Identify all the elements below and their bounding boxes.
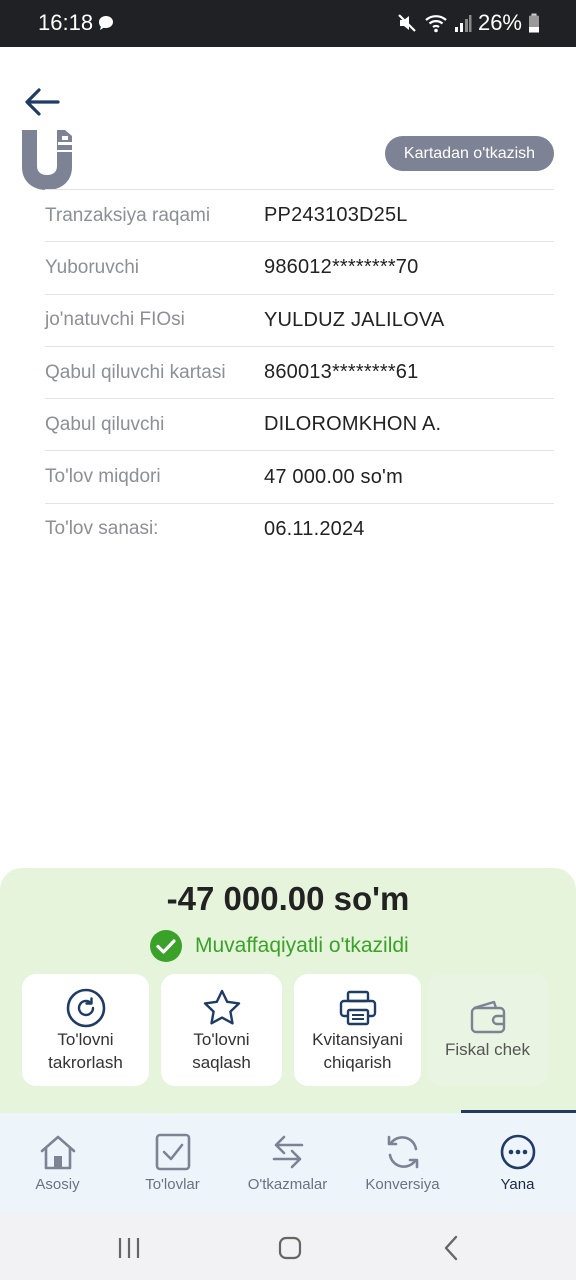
detail-label: Tranzaksiya raqami xyxy=(45,204,211,226)
detail-row: jo'natuvchi FIOsi YULDUZ JALILOVA xyxy=(45,293,554,346)
status-icons: 26% xyxy=(396,10,540,36)
action-label: takrorlash xyxy=(48,1053,123,1072)
action-label: To'lovni xyxy=(193,1030,250,1049)
detail-label: To'lov sanasi: xyxy=(45,518,159,540)
nav-label: O'tkazmalar xyxy=(247,1176,328,1193)
detail-value: PP243103D25L xyxy=(264,204,408,227)
signal-icon xyxy=(454,15,472,32)
repeat-payment-button[interactable]: To'lovni takrorlash xyxy=(22,974,149,1086)
detail-label: To'lov miqdori xyxy=(45,466,161,488)
print-receipt-button[interactable]: Kvitansiyani chiqarish xyxy=(294,974,421,1086)
check-circle-icon xyxy=(150,930,182,962)
detail-value: 860013********61 xyxy=(264,361,419,384)
detail-value: 986012********70 xyxy=(264,256,419,279)
action-label: Kvitansiyani xyxy=(312,1030,403,1049)
detail-row: Tranzaksiya raqami PP243103D25L xyxy=(45,189,554,241)
nav-label: To'lovlar xyxy=(145,1176,200,1193)
status-time: 16:18 xyxy=(38,10,94,35)
checkbox-icon xyxy=(155,1133,190,1171)
action-label: chiqarish xyxy=(323,1053,392,1072)
fiscal-receipt-button[interactable]: Fiskal chek xyxy=(427,974,548,1086)
chat-icon xyxy=(99,16,113,30)
nav-label: Asosiy xyxy=(35,1176,80,1193)
nav-label: Yana xyxy=(500,1176,535,1193)
transaction-details: Tranzaksiya raqami PP243103D25L Yuboruvc… xyxy=(45,189,554,555)
uzcard-logo xyxy=(22,130,72,190)
transfer-amount: -47 000.00 so'm xyxy=(166,880,410,917)
battery-percent: 26% xyxy=(477,10,522,35)
bottom-navigation: Asosiy To'lovlar O'tkazmalar Konversiya xyxy=(0,1113,576,1213)
save-payment-button[interactable]: To'lovni saqlash xyxy=(161,974,282,1086)
detail-label: Yuboruvchi xyxy=(45,256,140,278)
detail-label: jo'natuvchi FIOsi xyxy=(45,309,185,331)
detail-row: Yuboruvchi 986012********70 xyxy=(45,241,554,293)
detail-label: Qabul qiluvchi xyxy=(45,413,165,435)
detail-value: 06.11.2024 xyxy=(264,517,365,540)
nav-item-konversiya[interactable]: Konversiya xyxy=(345,1113,460,1213)
system-navigation-bar xyxy=(0,1213,576,1280)
action-label: Fiskal chek xyxy=(444,1040,531,1059)
nav-item-yana[interactable]: Yana xyxy=(460,1113,575,1213)
nav-item-tolovlar[interactable]: To'lovlar xyxy=(115,1113,230,1213)
transfer-icon xyxy=(272,1135,303,1169)
status-bar: 16:18 26% xyxy=(0,0,576,47)
action-buttons: To'lovni takrorlash To'lovni saqlash Kvi… xyxy=(22,974,554,1086)
transfer-status: Muvaffaqiyatli o'tkazildi xyxy=(149,929,409,963)
nav-item-asosiy[interactable]: Asosiy xyxy=(0,1113,115,1213)
repeat-icon xyxy=(66,988,105,1028)
detail-row: To'lov sanasi: 06.11.2024 xyxy=(45,502,554,555)
detail-row: Qabul qiluvchi kartasi 860013********61 xyxy=(45,345,554,398)
mute-icon xyxy=(398,14,416,32)
action-label: To'lovni xyxy=(57,1030,114,1049)
battery-icon xyxy=(529,13,539,33)
home-icon xyxy=(40,1135,75,1170)
status-text: Muvaffaqiyatli o'tkazildi xyxy=(195,934,409,957)
wifi-icon xyxy=(425,15,447,33)
back-arrow-icon[interactable] xyxy=(22,84,62,120)
transfer-type-badge: Kartadan o'tkazish xyxy=(385,136,554,171)
detail-value: YULDUZ JALILOVA xyxy=(264,308,445,331)
detail-label: Qabul qiluvchi kartasi xyxy=(45,361,226,383)
star-icon xyxy=(203,989,240,1025)
detail-row: To'lov miqdori 47 000.00 so'm xyxy=(45,450,554,502)
recent-apps-icon[interactable] xyxy=(114,1233,144,1263)
nav-item-otkazmalar[interactable]: O'tkazmalar xyxy=(230,1113,345,1213)
more-icon xyxy=(500,1134,535,1170)
action-label: saqlash xyxy=(192,1053,251,1072)
home-button-icon[interactable] xyxy=(275,1233,305,1263)
back-button-icon[interactable] xyxy=(437,1233,467,1263)
nav-label: Konversiya xyxy=(365,1176,440,1193)
wallet-icon xyxy=(470,1000,505,1034)
detail-row: Qabul qiluvchi DILOROMKHON A. xyxy=(45,398,554,450)
detail-value: DILOROMKHON A. xyxy=(264,413,442,436)
printer-icon xyxy=(339,990,376,1026)
refresh-icon xyxy=(387,1135,418,1169)
detail-value: 47 000.00 so'm xyxy=(264,465,403,488)
